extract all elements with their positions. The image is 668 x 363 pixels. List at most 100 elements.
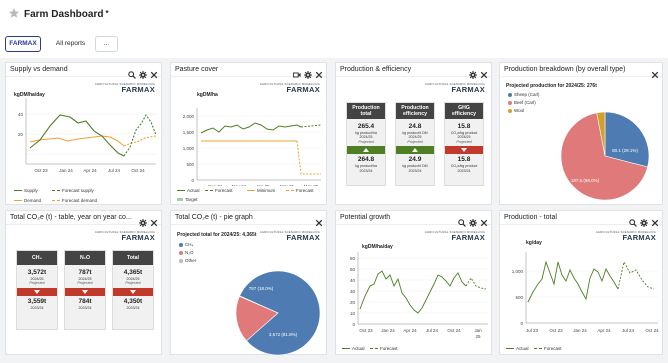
- card-value: 787t: [78, 269, 92, 276]
- co2-pie-chart: 787 (18.0%) 3,572 (81.8%): [235, 270, 321, 355]
- widget-header: Production - total: [500, 211, 662, 227]
- gear-icon[interactable]: [304, 66, 312, 79]
- co2-pie-slices: [235, 270, 321, 355]
- farmax-logo: AGRICULTURAL SCENARIO MODELLING FARMAX: [259, 82, 320, 94]
- close-icon[interactable]: [480, 214, 488, 227]
- svg-text:1,500: 1,500: [183, 130, 195, 135]
- widget-header: Supply vs demand: [6, 63, 161, 79]
- svg-text:Apr 24: Apr 24: [83, 168, 97, 173]
- tab-bar: FARMAX All reports ...: [0, 30, 668, 58]
- card-n2o: N₂O 787t 2024/25 Projected 784t 2023/24: [64, 250, 106, 330]
- gear-icon[interactable]: [139, 214, 147, 227]
- slice-label-n2o: 787 (18.0%): [249, 286, 274, 291]
- svg-text:Jul 24: Jul 24: [426, 328, 439, 333]
- svg-text:Oct 23: Oct 23: [549, 328, 563, 333]
- svg-text:Nov 24: Nov 24: [232, 184, 247, 186]
- widget-title: Production & efficiency: [340, 66, 412, 73]
- svg-text:500: 500: [515, 295, 523, 300]
- widget-title: Production - total: [504, 214, 557, 221]
- card-value: 265.4: [357, 123, 375, 130]
- svg-text:Jan: Jan: [474, 328, 482, 333]
- down-arrow-icon: [65, 287, 105, 296]
- up-arrow-icon: [347, 146, 385, 155]
- gear-icon[interactable]: [139, 66, 147, 79]
- down-arrow-icon: [113, 287, 153, 296]
- widget-header: Pasture cover: [171, 63, 326, 79]
- card-prev-year: 2023/24: [457, 168, 471, 173]
- legend-minimum-forecast: Forecast: [286, 188, 314, 193]
- card-prev-value: 24.9: [408, 156, 422, 164]
- widget-production-total: Production - total kg/day AGRICULTURAL S…: [499, 210, 663, 355]
- close-icon[interactable]: [651, 66, 659, 79]
- close-icon[interactable]: [651, 214, 659, 227]
- svg-text:Jan 24: Jan 24: [59, 168, 73, 173]
- legend-sheep: Sheep (Carl): [508, 92, 540, 97]
- close-icon[interactable]: [150, 214, 158, 227]
- down-arrow-icon: [17, 287, 57, 296]
- card-total: Total 4,365t 2024/25 Projected 4,350t 20…: [112, 250, 154, 330]
- widget-header: Total CO₂e (t) - table, year on year co.…: [6, 211, 161, 227]
- close-icon[interactable]: [150, 66, 158, 79]
- svg-text:Oct 24: Oct 24: [645, 328, 659, 333]
- card-prev-value: 264.8: [357, 156, 375, 164]
- card-tag: Projected: [456, 139, 472, 144]
- widget-title: Supply vs demand: [10, 66, 68, 73]
- legend-wool: Wool: [508, 108, 524, 113]
- close-icon[interactable]: [315, 66, 323, 79]
- legend-target: Target: [177, 197, 198, 202]
- video-icon[interactable]: [292, 66, 301, 78]
- svg-text:Jan 25: Jan 25: [256, 184, 270, 186]
- svg-text:20: 20: [350, 300, 356, 305]
- farmax-logo: AGRICULTURAL SCENARIO MODELLING FARMAX: [424, 82, 485, 94]
- legend-minimum: Minimum: [247, 188, 275, 193]
- svg-text:Apr 24: Apr 24: [597, 328, 611, 333]
- close-icon[interactable]: [315, 214, 323, 227]
- legend-ch4: CH₄: [179, 242, 193, 247]
- svg-text:Apr 24: Apr 24: [403, 328, 417, 333]
- pasture-chart: 2,000 1,500 1,000 500 0 Sep 24 Nov 24 Jan 25 Ma…: [183, 108, 322, 186]
- tab-farmax[interactable]: FARMAX: [5, 36, 41, 52]
- widget-production-breakdown: Production breakdown (by overall type) P…: [499, 62, 663, 205]
- card-header: GHG efficiency: [445, 103, 483, 119]
- search-icon[interactable]: [629, 214, 637, 227]
- svg-text:Jul 23: Jul 23: [526, 328, 539, 333]
- gear-icon[interactable]: [469, 66, 477, 79]
- card-prev-value: 4,350t: [123, 297, 143, 305]
- close-icon[interactable]: [480, 66, 488, 79]
- card-prev-year: 2023/24: [30, 305, 44, 310]
- svg-text:30: 30: [350, 289, 356, 294]
- widget-title: Potential growth: [340, 214, 391, 221]
- card-header: Production efficiency: [396, 103, 434, 119]
- svg-text:40: 40: [18, 112, 24, 117]
- widget-header: Production breakdown (by overall type): [500, 63, 662, 79]
- legend-demand: Demand: [14, 198, 41, 203]
- gear-icon[interactable]: [640, 214, 648, 227]
- card-ch4: CH₄ 3,572t 2024/25 Projected 3,559t 2023…: [16, 250, 58, 330]
- svg-text:Sep 24: Sep 24: [208, 184, 223, 186]
- gear-icon[interactable]: [469, 214, 477, 227]
- card-prev-value: 784t: [78, 297, 92, 305]
- farmax-logo: AGRICULTURAL SCENARIO MODELLING FARMAX: [94, 230, 155, 242]
- svg-text:25: 25: [475, 334, 481, 339]
- legend-actual: Actual: [342, 346, 365, 351]
- svg-text:40: 40: [350, 278, 356, 283]
- legend-actual: Actual: [177, 188, 200, 193]
- search-icon[interactable]: [128, 66, 136, 79]
- card-prev-value: 3,559t: [27, 297, 47, 305]
- svg-text:Jul 24: Jul 24: [622, 328, 635, 333]
- farmax-logo: AGRICULTURAL SCENARIO MODELLING FARMAX: [595, 230, 656, 242]
- widget-co2-pie: Total CO₂e (t) - pie graph Projected tot…: [170, 210, 327, 355]
- star-icon[interactable]: [8, 7, 20, 19]
- more-options-button[interactable]: ...: [95, 36, 118, 52]
- widget-pasture-cover: Pasture cover kgDM/ha AGRICULTURAL SCENA…: [170, 62, 327, 205]
- slice-label-sheep: 80.1 (29.1%): [612, 148, 638, 153]
- card-value: 4,365t: [123, 269, 143, 276]
- farmax-logo: AGRICULTURAL SCENARIO MODELLING FARMAX: [94, 82, 155, 94]
- search-icon[interactable]: [458, 214, 466, 227]
- svg-text:500: 500: [186, 162, 194, 167]
- card-prev-year: 2023/24: [78, 305, 92, 310]
- tab-all-reports[interactable]: All reports: [49, 36, 92, 52]
- svg-text:Oct 24: Oct 24: [447, 328, 461, 333]
- svg-text:Mar 25: Mar 25: [280, 184, 295, 186]
- growth-chart: 60 50 40 30 20 10 0 Oct 23 Jan 24 Apr 24 Jul 24 Oc…: [350, 252, 488, 339]
